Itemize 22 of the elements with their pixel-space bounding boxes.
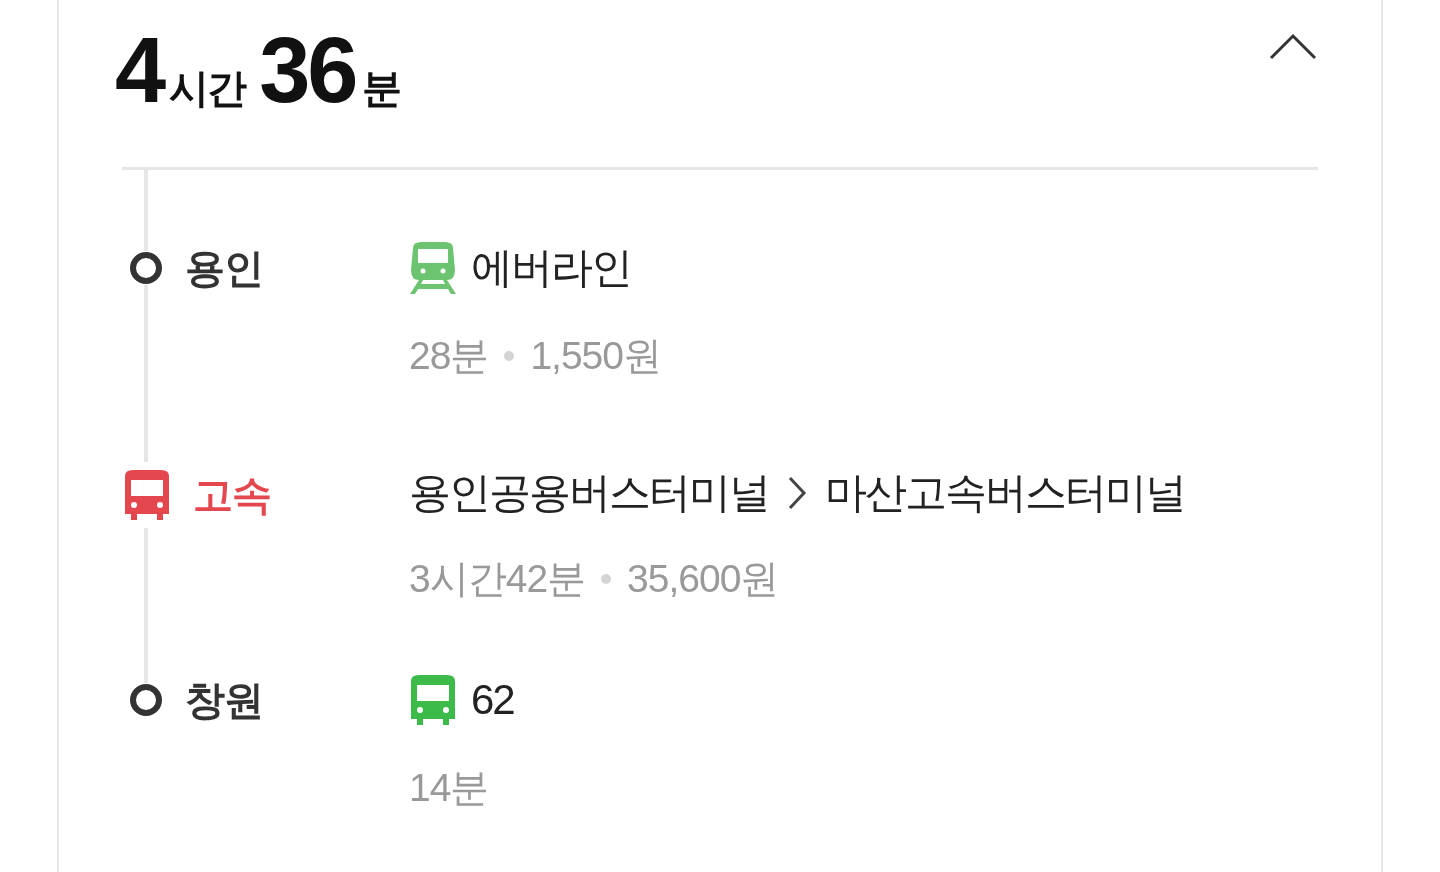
stop-label: 고속 bbox=[193, 470, 271, 520]
stop-label: 창원 bbox=[185, 675, 263, 725]
arrival-terminal: 마산고속버스터미널 bbox=[825, 468, 1185, 518]
duration-minutes: 36 bbox=[259, 18, 356, 123]
travel-time: 14분 bbox=[409, 765, 489, 811]
line-name: 에버라인 bbox=[471, 243, 631, 293]
travel-time: 3시간42분 bbox=[409, 556, 586, 602]
fare: 35,600원 bbox=[627, 556, 779, 602]
collapse-chevron-icon[interactable] bbox=[1269, 32, 1317, 62]
train-icon bbox=[409, 240, 457, 296]
duration-hours: 4 bbox=[115, 18, 164, 123]
stop-label: 용인 bbox=[185, 243, 263, 293]
travel-time: 28분 bbox=[409, 333, 489, 379]
fare: 1,550원 bbox=[530, 333, 661, 379]
bus-icon bbox=[409, 673, 457, 727]
line-name: 62 bbox=[471, 676, 514, 724]
departure-terminal: 용인공용버스터미널 bbox=[409, 468, 769, 518]
separator-dot bbox=[504, 351, 515, 361]
minutes-unit: 분 bbox=[361, 64, 400, 113]
separator-dot bbox=[601, 574, 612, 584]
chevron-right-icon bbox=[787, 475, 807, 511]
hours-unit: 시간 bbox=[169, 64, 246, 113]
